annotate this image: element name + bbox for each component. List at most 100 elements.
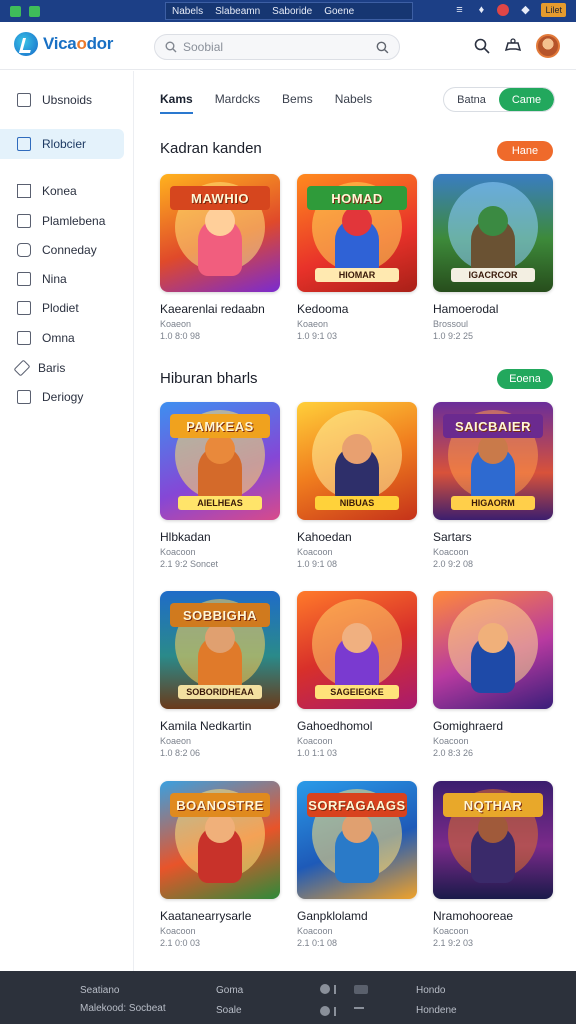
game-thumbnail[interactable]: SAICBAIER HIGAORM (433, 402, 553, 520)
character-face (342, 206, 372, 236)
game-card[interactable]: SOBBIGHA SOBORIDHEAA Kamila Nedkartin Koaeo… (160, 591, 280, 758)
social-icon[interactable] (334, 985, 340, 994)
sidebar-item[interactable]: Omna (0, 323, 124, 353)
tab-bems[interactable]: Bems (282, 92, 313, 114)
game-meta: 2.0 9:2 08 (433, 559, 474, 569)
sidebar-item[interactable]: Deriogy (0, 382, 124, 412)
game-name[interactable]: Kahoedan (297, 530, 417, 544)
system-top-bar: Nabels Slabeamn Saboride Goene ≡ ♦ ◆ Lil… (0, 0, 576, 22)
sidebar-item-label: Omna (42, 331, 75, 345)
top-bar-item[interactable]: Goene (318, 6, 360, 17)
toggle-option-off[interactable]: Batna (444, 88, 499, 111)
logo-text-part: Vica (43, 34, 77, 53)
game-thumbnail[interactable]: HOMAD HIOMAR (297, 174, 417, 292)
sidebar-item[interactable]: Nina (0, 264, 124, 294)
top-bar-item[interactable]: Saboride (266, 6, 318, 17)
search-icon[interactable] (474, 38, 490, 54)
game-name[interactable]: Kamila Nedkartin (160, 719, 280, 733)
footer-link[interactable]: Goma (216, 985, 243, 996)
footer-link[interactable]: Soale (216, 1005, 242, 1016)
game-meta: Koacoon (433, 926, 469, 936)
game-meta: 2.1 0:0 03 (160, 938, 201, 948)
status-badge: Lilet (541, 3, 566, 17)
sidebar-item[interactable]: Rlobcier (0, 129, 124, 159)
sidebar-item[interactable]: Plodiet (0, 293, 124, 323)
sidebar-item[interactable]: Konea (0, 176, 124, 206)
game-card[interactable]: Gomighraerd Koacoon 2.0 8:3 26 (433, 591, 553, 758)
game-name[interactable]: Kaearenlai redaabn (160, 302, 280, 316)
game-thumbnail[interactable]: NIBUAS (297, 402, 417, 520)
search-icon[interactable] (376, 41, 389, 54)
avatar[interactable] (536, 34, 560, 58)
calendar-icon (17, 137, 31, 151)
notification-icon[interactable]: ♦ (475, 4, 487, 16)
search-input[interactable]: Soobial (154, 34, 400, 60)
section-button[interactable]: Hane (497, 141, 553, 161)
character-face (478, 206, 508, 236)
sidebar-item[interactable]: Baris (0, 353, 124, 383)
game-thumbnail[interactable]: PAMKEAS AIELHEAS (160, 402, 280, 520)
gamepad-icon[interactable] (504, 38, 522, 54)
game-card[interactable]: HOMAD HIOMAR Kedooma Koaeon 1.0 9:1 03 (297, 174, 417, 341)
search-placeholder: Soobial (183, 40, 224, 54)
game-title-art: HOMAD (307, 186, 407, 210)
tab-kams[interactable]: Kams (160, 92, 193, 114)
tab-nabels[interactable]: Nabels (335, 92, 372, 114)
game-thumbnail[interactable]: BOANOSTRE (160, 781, 280, 899)
tag-icon[interactable]: ◆ (519, 4, 531, 16)
game-meta: Koacoon (297, 926, 333, 936)
game-card[interactable]: SAICBAIER HIGAORM Sartars Koacoon 2.0 9:2 08 (433, 402, 553, 569)
social-icon[interactable] (320, 984, 330, 994)
sidebar-item[interactable]: Plamlebena (0, 206, 124, 236)
game-name[interactable]: Gahoedhomol (297, 719, 417, 733)
game-name[interactable]: Ganpklolamd (297, 909, 417, 923)
top-bar-item[interactable]: Nabels (166, 6, 209, 17)
section-button[interactable]: Eoena (497, 369, 553, 389)
logo-text: Vicaodor (43, 34, 113, 54)
game-name[interactable]: Kedooma (297, 302, 417, 316)
sidebar-item[interactable]: Conneday (0, 235, 124, 265)
footer-link[interactable]: Hondene (416, 1005, 457, 1016)
footer-link[interactable]: Malekood: Socbeat (80, 1003, 166, 1014)
game-name[interactable]: Nramohooreae (433, 909, 553, 923)
social-icon[interactable] (354, 985, 368, 994)
menu-icon[interactable]: ≡ (453, 4, 465, 16)
game-meta: Koacoon (297, 736, 333, 746)
game-thumbnail[interactable]: SORFAGAAGS (297, 781, 417, 899)
game-card[interactable]: BOANOSTRE Kaatanearrysarle Koacoon 2.1 0:0 … (160, 781, 280, 948)
logo-text-part: o (76, 34, 87, 53)
game-card[interactable]: PAMKEAS AIELHEAS Hlbkadan Koacoon 2.1 9:2 So… (160, 402, 280, 569)
game-name[interactable]: Sartars (433, 530, 553, 544)
game-name[interactable]: Kaatanearrysarle (160, 909, 280, 923)
tab-mardcks[interactable]: Mardcks (215, 92, 260, 114)
game-name[interactable]: Hlbkadan (160, 530, 280, 544)
game-thumbnail[interactable]: SOBBIGHA SOBORIDHEAA (160, 591, 280, 709)
game-card[interactable]: IGACRCOR Hamoerodal Brossoul 1.0 9:2 25 (433, 174, 553, 341)
game-thumbnail[interactable]: IGACRCOR (433, 174, 553, 292)
game-card[interactable]: NIBUAS Kahoedan Koacoon 1.0 9:1 08 (297, 402, 417, 569)
game-thumbnail[interactable]: MAWHIO (160, 174, 280, 292)
game-card[interactable]: SAGEIEGKE Gahoedhomol Koacoon 1.0 1:1 03 (297, 591, 417, 758)
social-icon[interactable] (334, 1007, 340, 1016)
game-thumbnail[interactable] (433, 591, 553, 709)
social-icon[interactable] (320, 1006, 330, 1016)
game-name[interactable]: Gomighraerd (433, 719, 553, 733)
sidebar-item-label: Plodiet (42, 301, 79, 315)
game-card[interactable]: SORFAGAAGS Ganpklolamd Koacoon 2.1 0:1 08 (297, 781, 417, 948)
logo[interactable]: Vicaodor (14, 32, 113, 56)
footer-link[interactable]: Seatiano (80, 985, 119, 996)
footer-link[interactable]: Hondo (416, 985, 445, 996)
game-thumbnail[interactable]: SAGEIEGKE (297, 591, 417, 709)
social-icon[interactable] (354, 1007, 364, 1016)
view-toggle[interactable]: Batna Came (443, 87, 555, 112)
sidebar-item[interactable]: Ubsnoids (0, 85, 124, 115)
game-name[interactable]: Hamoerodal (433, 302, 553, 316)
game-thumbnail[interactable]: NQTHAR (433, 781, 553, 899)
game-meta: Koacoon (160, 926, 196, 936)
toggle-option-on[interactable]: Came (499, 88, 554, 111)
game-card[interactable]: MAWHIO Kaearenlai redaabn Koaeon 1.0 8:0 98 (160, 174, 280, 341)
game-card[interactable]: NQTHAR Nramohooreae Koacoon 2.1 9:2 03 (433, 781, 553, 948)
alert-icon[interactable] (497, 4, 510, 16)
game-meta: 1.0 9:1 08 (297, 559, 338, 569)
top-bar-item[interactable]: Slabeamn (209, 6, 266, 17)
